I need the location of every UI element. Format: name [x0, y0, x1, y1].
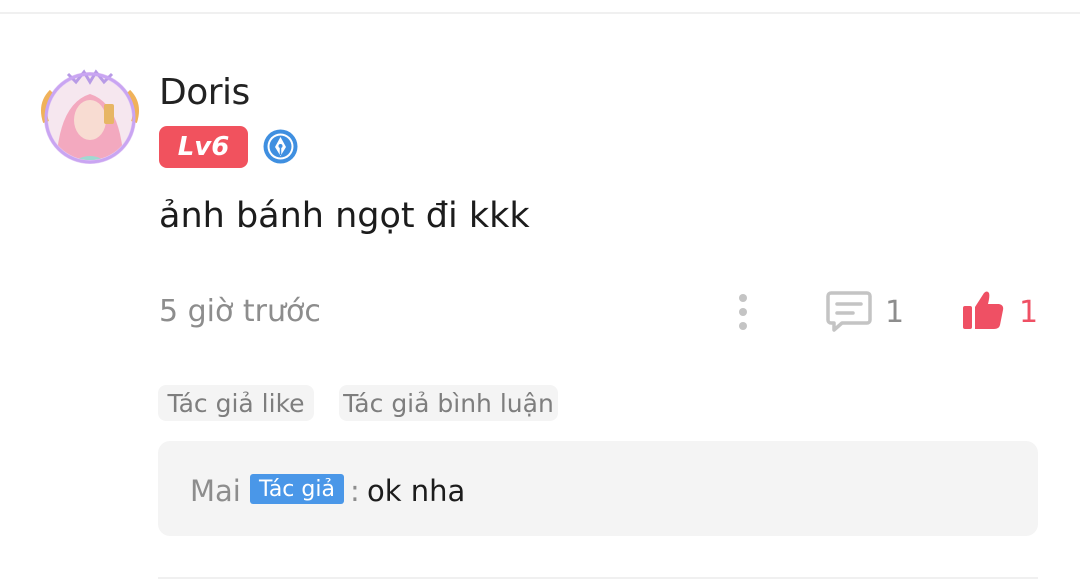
timestamp: 5 giờ trước — [159, 294, 321, 329]
reply-text: ok nha — [367, 474, 466, 508]
more-vertical-icon[interactable] — [733, 292, 753, 332]
comment-icon[interactable] — [826, 290, 872, 332]
level-badge: Lv6 — [159, 126, 248, 168]
author-liked-tag: Tác giả like — [158, 385, 314, 421]
bottom-divider — [158, 577, 1038, 579]
author-badge: Tác giả — [250, 474, 344, 504]
comment-text: ảnh bánh ngọt đi kkk — [159, 196, 530, 236]
username[interactable]: Doris — [159, 72, 250, 113]
reply-author[interactable]: Mai — [190, 474, 241, 508]
reply-count: 1 — [885, 295, 905, 330]
avatar[interactable] — [38, 64, 142, 168]
author-commented-tag: Tác giả bình luận — [339, 385, 558, 421]
thumbs-up-icon[interactable] — [961, 288, 1005, 332]
reply-separator: : — [350, 474, 360, 508]
pen-nib-icon — [262, 128, 299, 165]
top-divider — [0, 12, 1080, 14]
like-count: 1 — [1019, 295, 1039, 330]
